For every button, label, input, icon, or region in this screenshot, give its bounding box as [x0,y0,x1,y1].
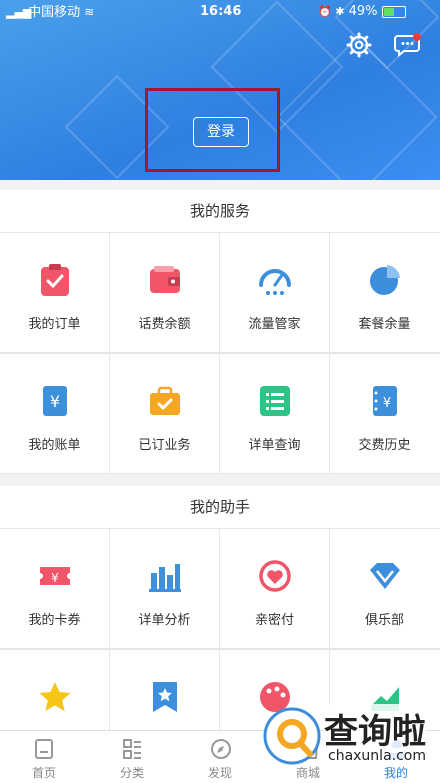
speedometer-icon [259,269,291,295]
svg-text:¥: ¥ [51,571,59,585]
profile-header: ▂▄▆ 中国移动 ≋ 16:46 ⏰ ✱ 49% 登录 [0,0,440,180]
nav-item-discover[interactable]: 发现 [176,731,264,783]
list-icon [260,386,290,416]
bar-chart-icon [149,564,181,592]
carrier-label: 中国移动 [28,5,81,20]
service-label: 交费历史 [358,438,411,453]
compass-icon [211,739,231,759]
service-my-orders[interactable]: 我的订单 [0,233,109,352]
service-label: 已订业务 [138,438,191,453]
chaxunla-watermark: 查询啦 chaxunla.com [262,700,434,776]
home-icon [35,739,53,759]
service-label: 套餐余量 [358,317,411,332]
service-data-manager[interactable]: 流量管家 [220,233,329,352]
assistant-section-title: 我的助手 [0,486,440,528]
bookmark-star-icon [153,682,177,712]
assistant-label: 俱乐部 [364,613,404,628]
battery-percent: 49% [348,4,378,19]
assistant-label: 亲密付 [254,613,294,628]
service-plan-remaining[interactable]: 套餐余量 [330,233,440,352]
nav-item-category[interactable]: 分类 [88,731,176,783]
watermark-brand: 查询啦 [324,704,426,753]
assistant-label: 详单分析 [138,613,191,628]
signal-icon: ▂▄▆ [6,6,32,19]
nav-label: 首页 [31,766,56,780]
service-label: 流量管家 [248,317,301,332]
service-detail-query[interactable]: 详单查询 [220,354,329,473]
search-logo-icon [263,707,321,765]
service-label: 我的订单 [28,317,81,332]
service-label: 我的账单 [28,438,81,453]
status-time: 16:46 [200,4,242,19]
clipboard-check-icon [41,264,69,296]
ticket-icon: ¥ [40,567,70,585]
status-right: ⏰ ✱ 49% [318,0,406,24]
briefcase-check-icon [150,386,180,415]
battery-icon [381,5,406,18]
wallet-icon [150,266,180,293]
settings-gear-icon[interactable] [346,32,372,58]
svg-text:¥: ¥ [383,396,391,411]
pie-chart-icon [370,265,400,295]
diamond-icon [370,563,400,589]
assistant-my-coupons[interactable]: ¥ 我的卡券 [0,529,109,648]
services-grid: 我的订单 话费余额 流量管家 套餐余量 ¥ 我的账单 已订业务 详单查询 ¥ 交… [0,232,440,474]
assistant-club[interactable]: 俱乐部 [330,529,440,648]
nav-item-home[interactable]: 首页 [0,731,88,783]
service-label: 话费余额 [138,317,191,332]
assistant-intimate-pay[interactable]: 亲密付 [220,529,329,648]
message-icon[interactable] [394,32,422,58]
assistant-detail-analysis[interactable]: 详单分析 [110,529,219,648]
login-button[interactable]: 登录 [193,117,249,147]
star-icon [39,682,71,712]
yuan-bill-icon: ¥ [43,386,67,416]
service-my-bill[interactable]: ¥ 我的账单 [0,354,109,473]
service-subscribed[interactable]: 已订业务 [110,354,219,473]
service-payment-history[interactable]: ¥ 交费历史 [330,354,440,473]
assistant-label: 我的卡券 [28,613,81,628]
service-balance[interactable]: 话费余额 [110,233,219,352]
nav-label: 分类 [119,766,144,780]
wifi-icon: ≋ [84,5,95,19]
heart-cycle-icon [259,560,291,592]
yuan-notebook-icon: ¥ [373,386,397,416]
services-section-title: 我的服务 [0,190,440,232]
service-label: 详单查询 [248,438,301,453]
nav-label: 发现 [207,766,232,780]
watermark-url: chaxunla.com [328,748,426,764]
status-left: ▂▄▆ 中国移动 ≋ [6,0,94,24]
svg-text:¥: ¥ [50,392,60,411]
category-icon [123,739,141,759]
alarm-icon: ⏰ ✱ [318,5,345,18]
